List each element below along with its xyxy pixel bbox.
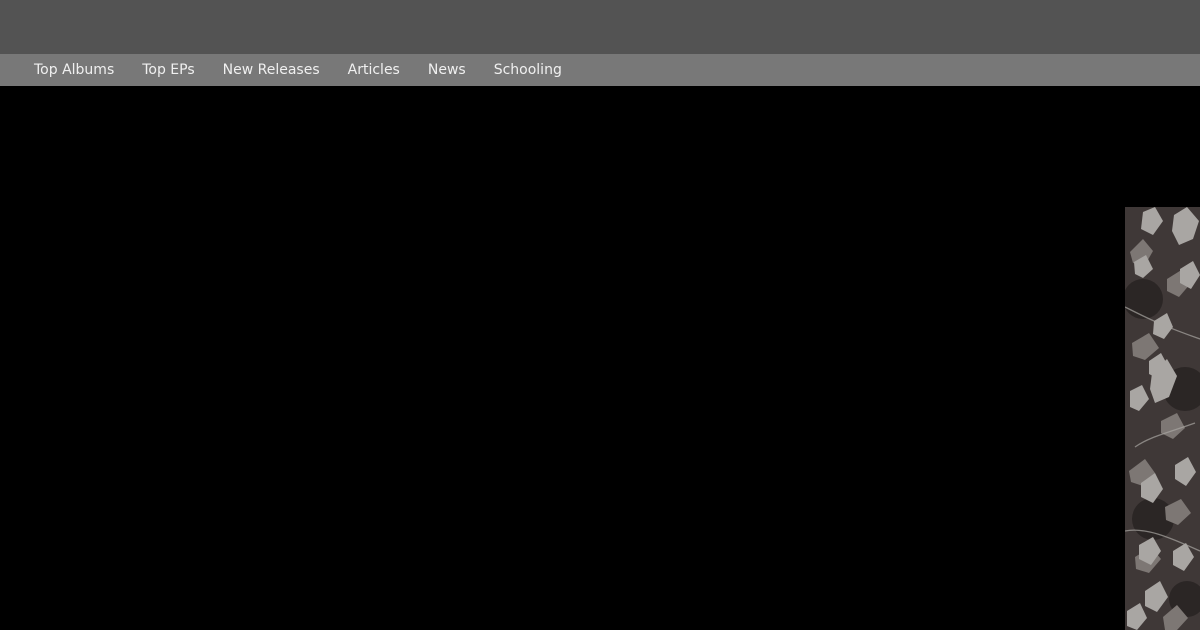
foliage-image: [1125, 207, 1200, 630]
nav-item-top-eps[interactable]: Top EPs: [128, 54, 208, 86]
nav-item-schooling[interactable]: Schooling: [480, 54, 576, 86]
page: Top Albums Top EPs New Releases Articles…: [0, 0, 1200, 630]
nav-item-new-releases[interactable]: New Releases: [209, 54, 334, 86]
main-content: [0, 86, 1200, 630]
nav-item-news[interactable]: News: [414, 54, 480, 86]
nav-item-articles[interactable]: Articles: [334, 54, 414, 86]
nav-item-top-albums[interactable]: Top Albums: [20, 54, 128, 86]
album-cover-image[interactable]: [1125, 207, 1200, 630]
top-header-bar: [0, 0, 1200, 54]
main-navigation: Top Albums Top EPs New Releases Articles…: [0, 54, 1200, 86]
